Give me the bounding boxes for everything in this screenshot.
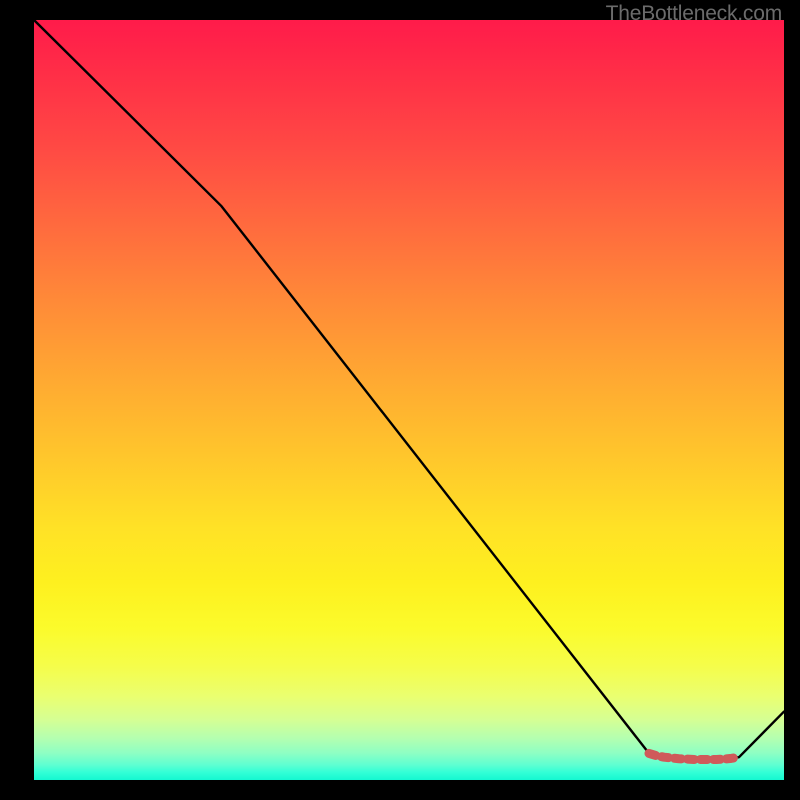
- chart-overlay: [34, 20, 784, 780]
- highlight-line: [649, 753, 739, 759]
- plot-area: [34, 20, 784, 780]
- curve-line: [34, 20, 784, 759]
- chart-frame: TheBottleneck.com: [0, 0, 800, 800]
